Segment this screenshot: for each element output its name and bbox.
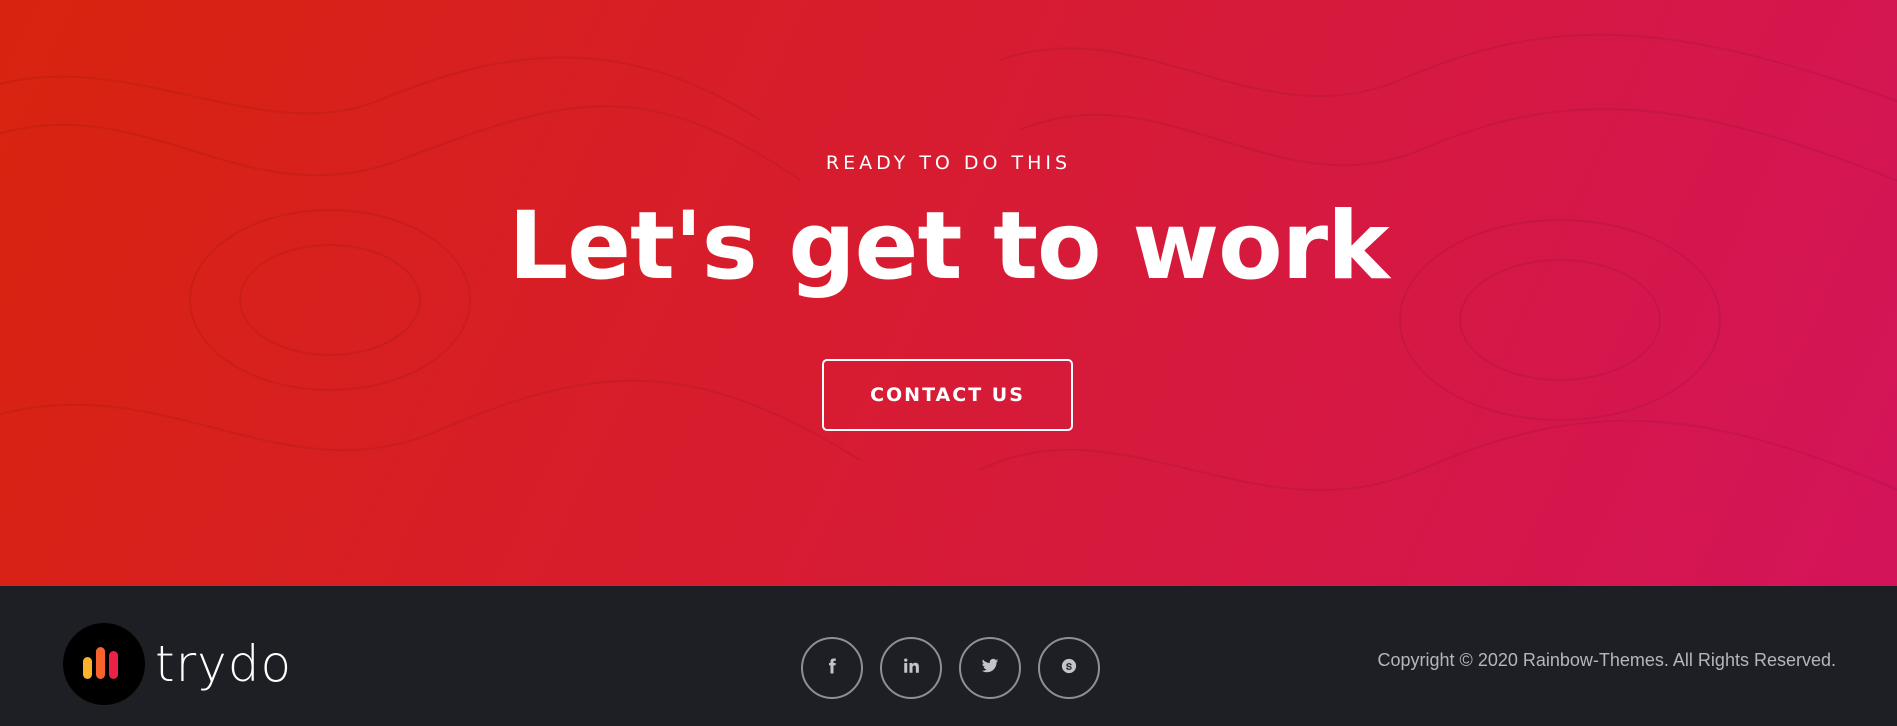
facebook-link[interactable] (801, 637, 863, 699)
copyright-text: Copyright © 2020 Rainbow-Themes. All Rig… (1377, 650, 1836, 670)
brand-logo[interactable]: trydo (63, 623, 292, 705)
logo-text: trydo (155, 635, 293, 693)
skype-link[interactable] (1038, 637, 1100, 699)
cta-content: READY TO DO THIS Let's get to work CONTA… (0, 0, 1897, 586)
linkedin-icon (902, 657, 920, 680)
call-to-action-section: READY TO DO THIS Let's get to work CONTA… (0, 0, 1897, 586)
twitter-link[interactable] (959, 637, 1021, 699)
social-links (801, 637, 1100, 699)
page: READY TO DO THIS Let's get to work CONTA… (0, 0, 1897, 726)
footer: trydo Copyright © 2020 Rainbow-Themes. A… (0, 586, 1897, 726)
cta-headline: Let's get to work (508, 192, 1389, 301)
facebook-icon (823, 657, 841, 680)
cta-subtitle: READY TO DO THIS (825, 152, 1072, 174)
logo-mark-icon (63, 623, 145, 705)
contact-us-button[interactable]: CONTACT US (822, 359, 1073, 431)
twitter-icon (980, 657, 1000, 680)
linkedin-link[interactable] (880, 637, 942, 699)
skype-icon (1060, 657, 1078, 680)
